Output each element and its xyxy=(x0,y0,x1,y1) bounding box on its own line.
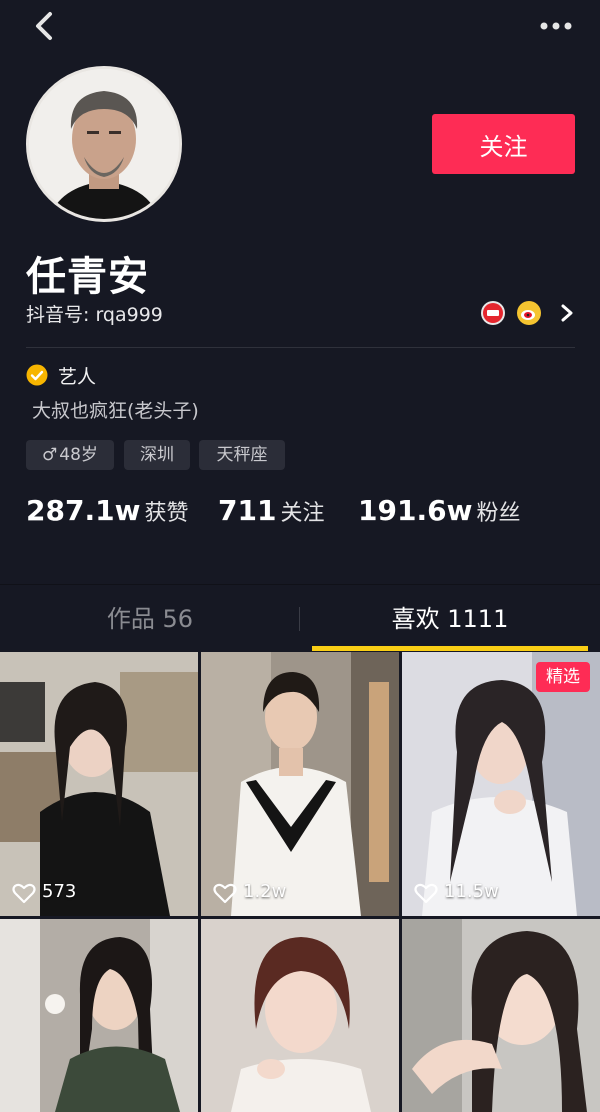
tab-works[interactable]: 作品 56 xyxy=(0,585,300,653)
heart-icon xyxy=(414,883,438,904)
chevron-left-icon xyxy=(36,12,52,40)
verified-label: 艺人 xyxy=(58,366,97,388)
avatar[interactable] xyxy=(26,66,182,222)
likes-label: 获赞 xyxy=(144,501,189,526)
likes-count: 287.1w xyxy=(26,494,141,527)
profile-divider xyxy=(26,347,575,348)
video-thumbnail xyxy=(0,919,198,1112)
tag-zodiac: 天秤座 xyxy=(199,440,285,470)
tab-likes[interactable]: 喜欢 1111 xyxy=(300,585,600,653)
video-tile[interactable] xyxy=(402,919,600,1112)
more-options-button[interactable] xyxy=(536,12,576,40)
like-count: 11.5w xyxy=(444,881,499,902)
douyin-id: 抖音号: rqa999 xyxy=(26,304,163,326)
like-count: 1.2w xyxy=(243,881,287,902)
top-bar xyxy=(0,0,600,56)
tag-city: 深圳 xyxy=(124,440,190,470)
video-tile[interactable]: 573 xyxy=(0,652,198,916)
following-label: 关注 xyxy=(280,501,325,526)
video-thumbnail xyxy=(0,652,198,916)
heart-icon xyxy=(213,883,237,904)
chevron-right-icon[interactable] xyxy=(556,302,578,324)
age-label: 48岁 xyxy=(59,445,98,465)
avatar-image xyxy=(29,69,179,219)
stats-row: 287.1w 获赞 711 关注 191.6w 粉丝 xyxy=(26,494,586,534)
active-tab-indicator xyxy=(312,646,588,651)
followers-count: 191.6w xyxy=(358,494,473,527)
video-tile[interactable]: 1.2w xyxy=(201,652,399,916)
profile-name: 任青安 xyxy=(26,254,149,300)
verified-check-icon xyxy=(26,364,48,386)
bio: 大叔也疯狂(老头子) xyxy=(32,400,199,422)
like-count: 573 xyxy=(42,881,77,902)
stat-following[interactable]: 711 关注 xyxy=(218,494,324,527)
toutiao-icon[interactable] xyxy=(480,300,506,326)
stat-followers[interactable]: 191.6w 粉丝 xyxy=(358,494,520,527)
more-icon xyxy=(540,22,572,30)
content-tabs: 作品 56 喜欢 1111 xyxy=(0,584,600,652)
back-button[interactable] xyxy=(28,8,64,44)
share-row xyxy=(480,298,580,326)
video-grid: 573 1.2w 精选 11.5w xyxy=(0,652,600,1112)
followers-label: 粉丝 xyxy=(476,501,521,526)
video-thumbnail xyxy=(201,652,399,916)
weibo-icon[interactable] xyxy=(516,300,542,326)
follow-button[interactable]: 关注 xyxy=(432,114,575,174)
tag-gender-age: ♂ 48岁 xyxy=(26,440,114,470)
heart-icon xyxy=(12,883,36,904)
video-tile[interactable] xyxy=(0,919,198,1112)
video-thumbnail xyxy=(201,919,399,1112)
video-tile[interactable] xyxy=(201,919,399,1112)
video-tile[interactable]: 精选 11.5w xyxy=(402,652,600,916)
male-icon: ♂ xyxy=(42,445,58,465)
featured-badge: 精选 xyxy=(536,662,590,692)
following-count: 711 xyxy=(218,494,277,527)
stat-likes[interactable]: 287.1w 获赞 xyxy=(26,494,188,527)
video-thumbnail xyxy=(402,919,600,1112)
